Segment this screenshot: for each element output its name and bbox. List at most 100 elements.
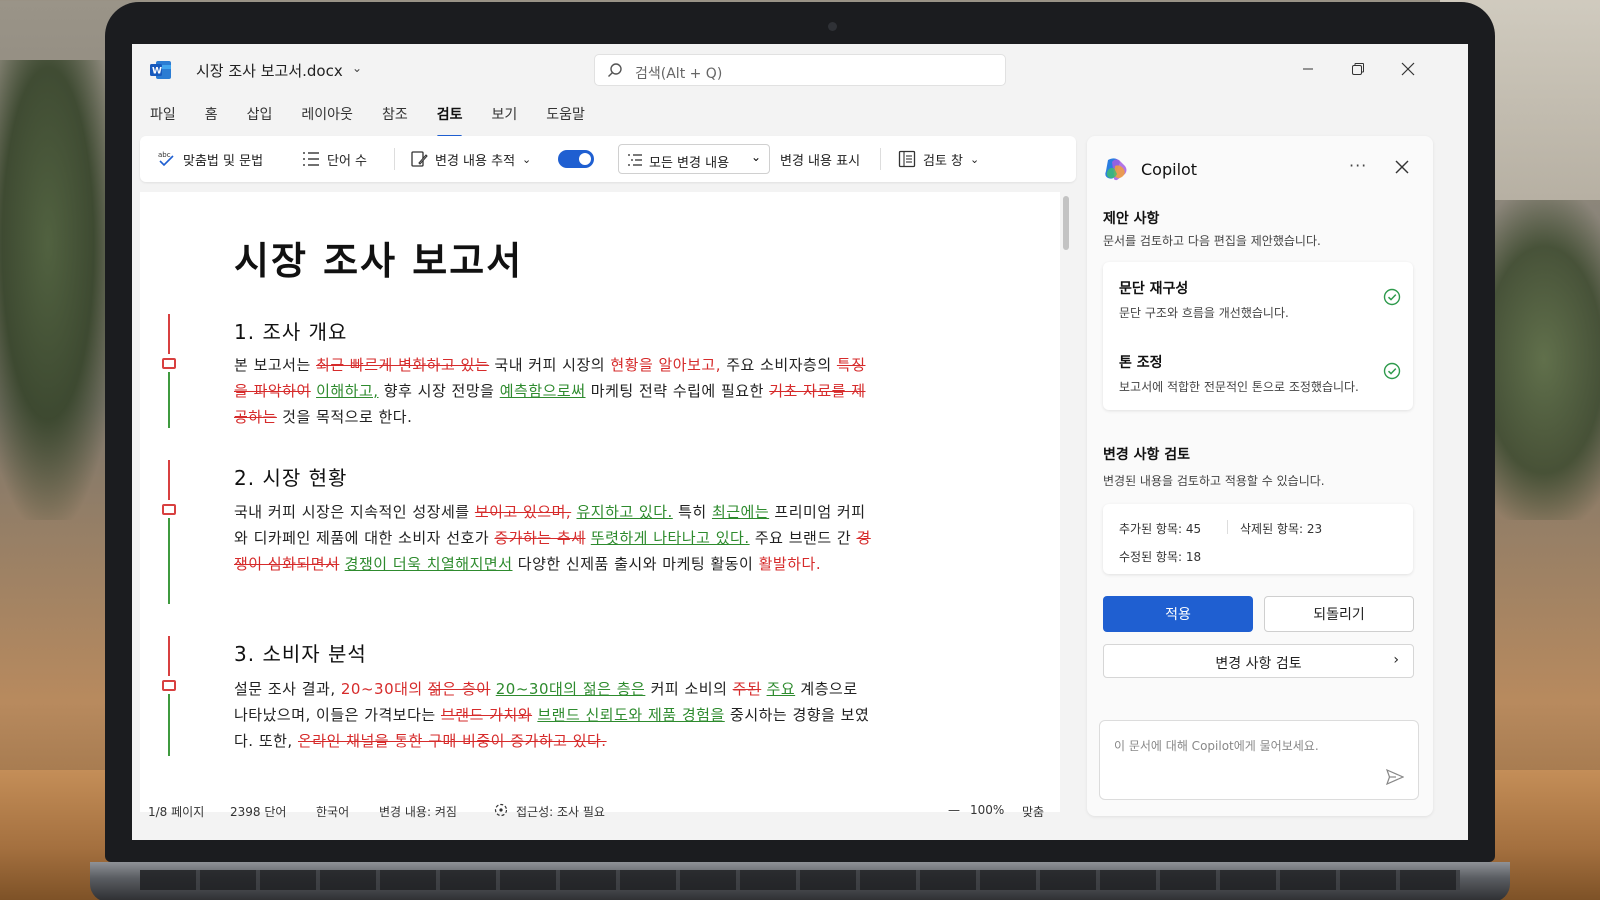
tab-file[interactable]: 파일 bbox=[150, 104, 187, 134]
check-circle-icon[interactable] bbox=[1383, 362, 1401, 380]
track-changes-button[interactable]: 변경 내용 추적 ⌄ bbox=[410, 136, 531, 182]
body-text: 국내 커피 시장의 bbox=[489, 356, 611, 374]
section-paragraph: 국내 커피 시장은 지속적인 성장세를 보이고 있으며, 유지하고 있다. 특히… bbox=[234, 499, 874, 577]
document-heading: 시장 조사 보고서 bbox=[234, 239, 524, 283]
document-title[interactable]: 시장 조사 보고서.docx bbox=[196, 60, 343, 81]
document-scrollbar[interactable] bbox=[1060, 192, 1072, 792]
copilot-title: Copilot bbox=[1141, 160, 1198, 179]
suggestion-description: 보고서에 적합한 전문적인 톤으로 조정했습니다. bbox=[1119, 380, 1359, 394]
show-markup-button[interactable]: 변경 내용 표시 bbox=[780, 136, 860, 182]
body-text: 마케팅 전략 수립에 필요한 bbox=[585, 382, 770, 400]
tab-references[interactable]: 참조 bbox=[382, 104, 419, 134]
inserted-text: 경쟁이 더욱 치열해지면서 bbox=[344, 555, 513, 573]
chevron-down-icon: ⌄ bbox=[970, 152, 980, 166]
tab-review[interactable]: 검토 bbox=[436, 104, 474, 138]
spelling-grammar-button[interactable]: abc 맞춤법 및 문법 bbox=[158, 136, 263, 182]
scroll-thumb[interactable] bbox=[1063, 196, 1069, 250]
close-icon[interactable] bbox=[1393, 158, 1411, 176]
chevron-down-icon: ⌄ bbox=[522, 152, 532, 166]
minimize-icon bbox=[1303, 68, 1313, 70]
suggestions-heading: 제안 사항 bbox=[1103, 211, 1160, 227]
spell-check-icon: abc bbox=[158, 151, 174, 167]
changed-text: 활발하다. bbox=[758, 555, 822, 573]
body-text: 커피 소비의 bbox=[645, 680, 733, 698]
review-subtitle: 변경된 내용을 검토하고 적용할 수 있습니다. bbox=[1103, 474, 1325, 488]
document-page[interactable]: 시장 조사 보고서 1. 조사 개요 본 보고서는 최근 빠르게 변화하고 있는… bbox=[140, 192, 1060, 812]
page-indicator[interactable]: 1/8 페이지 bbox=[148, 803, 204, 820]
comment-marker-icon[interactable] bbox=[162, 358, 176, 369]
comment-marker-icon[interactable] bbox=[162, 504, 176, 515]
svg-text:abc: abc bbox=[158, 151, 171, 159]
word-count-status[interactable]: 2398 단어 bbox=[230, 803, 286, 820]
changed-text: 현황을 알아보고, bbox=[610, 356, 721, 374]
tab-layout[interactable]: 레이아웃 bbox=[301, 104, 364, 134]
change-bar bbox=[168, 460, 170, 500]
review-changes-button[interactable]: 변경 사항 검토 › bbox=[1103, 644, 1414, 678]
copilot-panel: Copilot ··· 제안 사항 문서를 검토하고 다음 편집을 제안했습니다… bbox=[1087, 136, 1433, 816]
check-circle-icon[interactable] bbox=[1383, 288, 1401, 306]
body-text: 다양한 신제품 출시와 마케팅 활동이 bbox=[512, 555, 759, 573]
change-bar bbox=[168, 372, 170, 428]
zoom-level[interactable]: 100% bbox=[970, 803, 1004, 817]
added-count: 추가된 항목: 45 bbox=[1119, 522, 1202, 536]
zoom-out-button[interactable]: — bbox=[948, 803, 960, 817]
review-pane-icon bbox=[898, 150, 916, 168]
apply-button[interactable]: 적용 bbox=[1103, 596, 1253, 632]
deleted-text: 보이고 있으며, bbox=[474, 503, 572, 521]
deleted-text: 최근 빠르게 변화하고 있는 bbox=[316, 356, 490, 374]
change-bar bbox=[168, 518, 170, 604]
toolbar-divider bbox=[880, 148, 881, 170]
tab-help[interactable]: 도움말 bbox=[546, 104, 596, 134]
track-changes-label: 변경 내용 추적 bbox=[435, 153, 516, 169]
review-pane-button[interactable]: 검토 창 ⌄ bbox=[898, 136, 979, 182]
minimize-button[interactable] bbox=[1288, 54, 1328, 84]
review-changes-label: 변경 사항 검토 bbox=[1215, 656, 1302, 672]
search-box[interactable]: 검색(Alt + Q) bbox=[594, 54, 1006, 86]
review-heading: 변경 사항 검토 bbox=[1103, 447, 1191, 463]
webcam bbox=[828, 22, 837, 31]
body-text: 주요 소비자층의 bbox=[720, 356, 837, 374]
language-status[interactable]: 한국어 bbox=[316, 803, 349, 820]
toolbar-divider bbox=[394, 148, 395, 170]
accessibility-icon bbox=[494, 803, 508, 817]
comment-marker-icon[interactable] bbox=[162, 680, 176, 691]
inserted-text: 유지하고 있다. bbox=[576, 503, 673, 521]
word-window: W 시장 조사 보고서.docx ⌄ 검색(Alt + Q) 파일 홈 삽입 레… bbox=[132, 44, 1468, 840]
suggestion-title: 톤 조정 bbox=[1119, 355, 1163, 371]
more-options-icon[interactable]: ··· bbox=[1349, 156, 1367, 175]
markup-select[interactable]: 모든 변경 내용 ⌄ bbox=[618, 144, 770, 174]
body-text: 국내 커피 시장은 지속적인 성장세를 bbox=[234, 503, 475, 521]
chat-placeholder: 이 문서에 대해 Copilot에게 물어보세요. bbox=[1114, 739, 1319, 753]
search-placeholder: 검색(Alt + Q) bbox=[635, 66, 723, 82]
tab-home[interactable]: 홈 bbox=[205, 104, 229, 134]
accessibility-status[interactable]: 접근성: 조사 필요 bbox=[516, 803, 605, 820]
title-bar: W 시장 조사 보고서.docx ⌄ 검색(Alt + Q) bbox=[132, 44, 1468, 96]
word-count-button[interactable]: 단어 수 bbox=[302, 136, 367, 182]
review-toolbar: abc 맞춤법 및 문법 단어 수 변경 내용 추적 ⌄ 모든 변경 내용 ⌄ … bbox=[140, 136, 1076, 182]
inserted-text: 예측함으로써 bbox=[499, 382, 586, 400]
section-paragraph: 설문 조사 결과, 20~30대의 젊은 층이 20~30대의 젊은 층은 커피… bbox=[234, 676, 874, 754]
svg-text:W: W bbox=[152, 67, 162, 77]
deleted-text: 브랜드 가치와 bbox=[440, 706, 533, 724]
body-text: 것을 목적으로 한다. bbox=[276, 408, 413, 426]
tab-insert[interactable]: 삽입 bbox=[247, 104, 284, 134]
send-icon[interactable] bbox=[1386, 769, 1404, 785]
section-heading: 2. 시장 현황 bbox=[234, 466, 348, 490]
track-changes-status[interactable]: 변경 내용: 켜짐 bbox=[379, 803, 457, 820]
deleted-text: 주된 bbox=[732, 680, 762, 698]
track-changes-toggle[interactable] bbox=[558, 150, 594, 168]
body-text: 주요 브랜드 간 bbox=[749, 529, 857, 547]
close-icon bbox=[1401, 62, 1415, 76]
restore-button[interactable] bbox=[1338, 54, 1378, 84]
close-window-button[interactable] bbox=[1388, 54, 1428, 84]
revert-button[interactable]: 되돌리기 bbox=[1264, 596, 1414, 632]
track-changes-icon bbox=[411, 151, 428, 167]
tab-view[interactable]: 보기 bbox=[491, 104, 528, 134]
toggle-knob bbox=[579, 153, 591, 165]
copilot-chat-input[interactable]: 이 문서에 대해 Copilot에게 물어보세요. bbox=[1099, 720, 1419, 800]
change-bar bbox=[168, 314, 170, 354]
show-markup-label: 변경 내용 표시 bbox=[780, 153, 861, 169]
fit-button[interactable]: 맞춤 bbox=[1022, 803, 1044, 820]
chevron-down-icon[interactable]: ⌄ bbox=[352, 61, 362, 75]
body-text: 본 보고서는 bbox=[234, 356, 317, 374]
